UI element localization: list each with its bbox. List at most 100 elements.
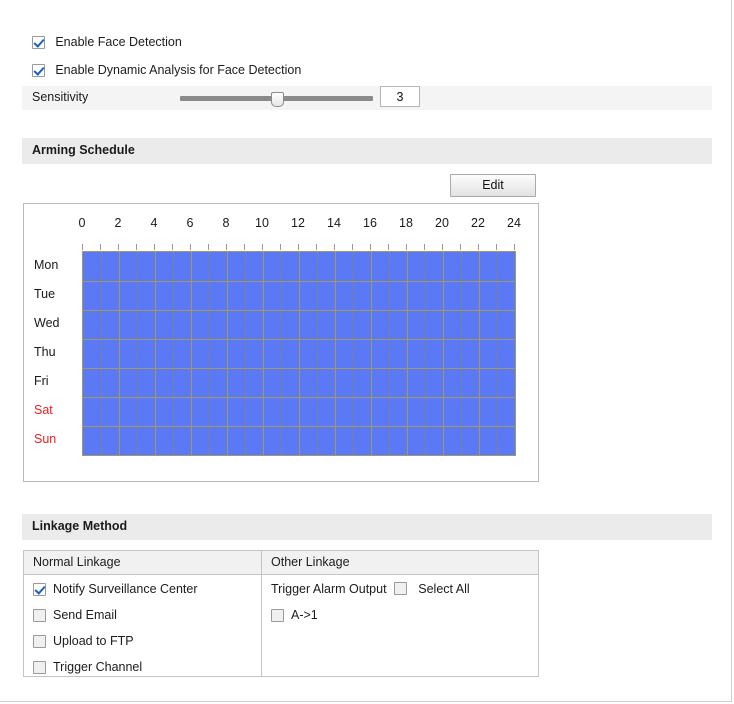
upload-to-ftp-label: Upload to FTP <box>53 634 134 648</box>
hour-label: 2 <box>114 216 122 230</box>
select-all-checkbox[interactable] <box>393 582 407 595</box>
hour-tick <box>118 244 119 250</box>
grid-vline <box>173 252 174 455</box>
linkage-table: Normal Linkage Other Linkage Notify Surv… <box>23 550 539 677</box>
hour-tick <box>496 244 497 250</box>
hour-tick <box>208 244 209 250</box>
alarm-output-list: A->1 <box>271 608 470 634</box>
day-label: Mon <box>34 257 59 272</box>
hour-tick <box>298 244 299 250</box>
grid-vline <box>443 252 444 455</box>
linkage-table-header: Normal Linkage Other Linkage <box>24 551 538 575</box>
hour-tick <box>190 244 191 250</box>
grid-vline <box>497 252 498 455</box>
sensitivity-slider[interactable] <box>180 92 373 107</box>
enable-dynamic-analysis-label: Enable Dynamic Analysis for Face Detecti… <box>55 63 302 77</box>
hour-tick <box>460 244 461 250</box>
other-linkage-header: Other Linkage <box>271 555 350 569</box>
hour-tick <box>262 244 263 250</box>
hour-tick <box>478 244 479 250</box>
hour-label: 4 <box>150 216 158 230</box>
alarm-output-row[interactable]: A->1 <box>271 608 470 634</box>
notify-surveillance-center-checkbox[interactable] <box>33 583 46 596</box>
select-all-label: Select All <box>418 582 470 596</box>
linkage-column-divider <box>261 551 262 676</box>
arming-schedule-title: Arming Schedule <box>32 143 135 157</box>
grid-hline <box>83 281 515 282</box>
hour-tick <box>370 244 371 250</box>
grid-vline <box>227 252 228 455</box>
sensitivity-row: Sensitivity 3 <box>22 86 712 110</box>
hour-tick <box>352 244 353 250</box>
linkage-method-title: Linkage Method <box>32 519 128 533</box>
hour-tick <box>424 244 425 250</box>
hour-label: 24 <box>507 216 521 230</box>
grid-vline <box>263 252 264 455</box>
enable-face-detection-checkbox[interactable] <box>32 36 45 49</box>
linkage-item-row[interactable]: Notify Surveillance Center <box>33 582 198 608</box>
hour-tick <box>514 244 515 250</box>
grid-hline <box>83 368 515 369</box>
trigger-alarm-output-row: Trigger Alarm Output Select All <box>271 582 470 608</box>
trigger-channel-checkbox[interactable] <box>33 661 46 674</box>
enable-dynamic-analysis-checkbox[interactable] <box>32 64 45 77</box>
slider-handle[interactable] <box>270 92 284 107</box>
grid-vline <box>245 252 246 455</box>
grid-vline <box>335 252 336 455</box>
day-label: Thu <box>34 344 56 359</box>
grid-vline <box>101 252 102 455</box>
grid-vline <box>299 252 300 455</box>
hour-tick <box>82 244 83 250</box>
grid-hline <box>83 339 515 340</box>
linkage-item-row[interactable]: Trigger Channel <box>33 660 198 686</box>
grid-vline <box>281 252 282 455</box>
settings-page: Enable Face Detection Enable Dynamic Ana… <box>0 0 732 702</box>
hour-label: 10 <box>255 216 269 230</box>
hour-tick <box>172 244 173 250</box>
grid-vline <box>461 252 462 455</box>
alarm-output-a-1-label: A->1 <box>291 608 318 622</box>
hour-tick <box>154 244 155 250</box>
upload-to-ftp-checkbox[interactable] <box>33 635 46 648</box>
hour-tick <box>136 244 137 250</box>
hour-tick <box>406 244 407 250</box>
grid-vline <box>353 252 354 455</box>
day-label: Fri <box>34 373 49 388</box>
linkage-item-row[interactable]: Upload to FTP <box>33 634 198 660</box>
trigger-channel-label: Trigger Channel <box>53 660 143 674</box>
schedule-grid[interactable] <box>82 251 516 456</box>
edit-schedule-button[interactable]: Edit <box>450 174 536 197</box>
notify-surveillance-center-label: Notify Surveillance Center <box>53 582 198 596</box>
alarm-output-a-1-checkbox[interactable] <box>271 609 284 622</box>
hour-label: 8 <box>222 216 230 230</box>
hour-tick <box>316 244 317 250</box>
enable-face-detection-row[interactable]: Enable Face Detection <box>32 35 182 50</box>
hour-tick <box>244 244 245 250</box>
hour-label: 0 <box>78 216 86 230</box>
hour-label: 14 <box>327 216 341 230</box>
day-label: Tue <box>34 286 56 301</box>
grid-vline <box>407 252 408 455</box>
grid-hline <box>83 310 515 311</box>
grid-vline <box>191 252 192 455</box>
enable-dynamic-analysis-row[interactable]: Enable Dynamic Analysis for Face Detecti… <box>32 63 301 78</box>
hour-tick <box>388 244 389 250</box>
enable-face-detection-label: Enable Face Detection <box>55 35 182 49</box>
normal-linkage-header: Normal Linkage <box>33 555 121 569</box>
linkage-item-row[interactable]: Send Email <box>33 608 198 634</box>
hour-label: 20 <box>435 216 449 230</box>
arming-schedule-panel: 0 2 4 6 8 10 12 14 16 18 20 22 24 Mon Tue Wed Thu Fri Sat… <box>23 203 539 482</box>
send-email-checkbox[interactable] <box>33 609 46 622</box>
hour-tick <box>100 244 101 250</box>
linkage-method-section-header: Linkage Method <box>22 514 712 540</box>
grid-vline <box>371 252 372 455</box>
sensitivity-value-input[interactable]: 3 <box>380 86 420 107</box>
grid-vline <box>209 252 210 455</box>
hour-label: 16 <box>363 216 377 230</box>
hour-tick <box>280 244 281 250</box>
grid-vline <box>389 252 390 455</box>
grid-vline <box>317 252 318 455</box>
grid-hline <box>83 426 515 427</box>
hour-tick <box>334 244 335 250</box>
hour-label: 12 <box>291 216 305 230</box>
